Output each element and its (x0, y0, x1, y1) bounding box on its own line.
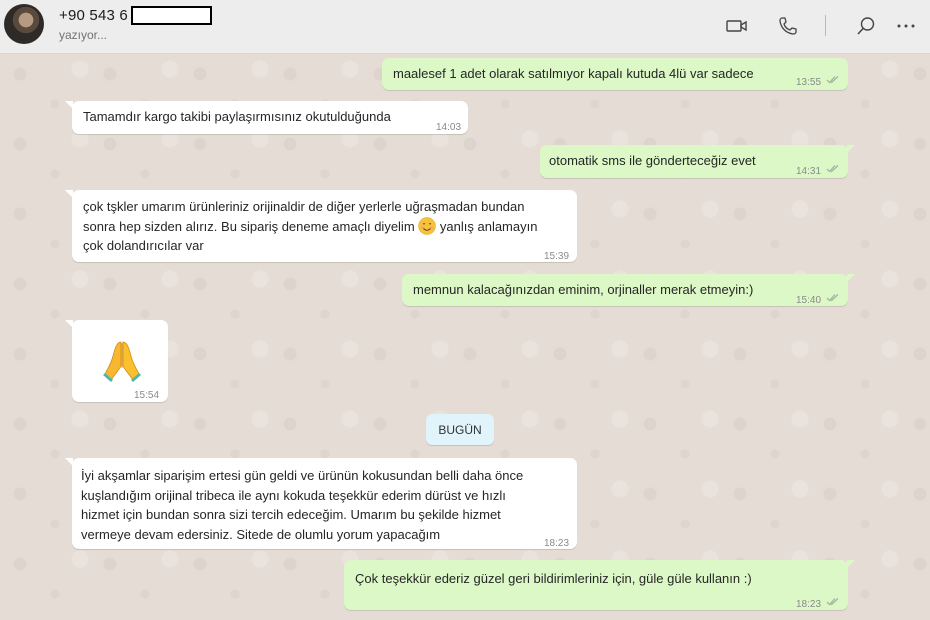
message-text: otomatik sms ile gönderteceğiz evet (549, 153, 756, 168)
outgoing-message[interactable]: memnun kalacağınızdan eminim, orjinaller… (402, 274, 855, 306)
message-line-part: yanlış anlamayın (439, 218, 538, 234)
message-text: Çok teşekkür ederiz güzel geri bildiriml… (355, 571, 752, 586)
message-time: 15:39 (544, 251, 570, 262)
folded-hands-emoji (101, 338, 143, 384)
contact-avatar[interactable] (4, 4, 44, 44)
search-icon[interactable] (853, 13, 879, 39)
typing-status: yazıyor... (59, 28, 108, 42)
more-options-icon[interactable] (893, 13, 919, 39)
message-time: 18:23 (796, 599, 822, 610)
message-text: İyi akşamlar siparişim ertesi gün geldi … (81, 466, 523, 544)
outgoing-message[interactable]: Çok teşekkür ederiz güzel geri bildiriml… (344, 560, 855, 610)
message-time: 14:31 (796, 166, 822, 177)
message-time: 15:40 (796, 295, 822, 306)
read-ticks-icon (826, 76, 839, 84)
incoming-message[interactable]: Tamamdır kargo takibi paylaşırmısınız ok… (65, 101, 468, 134)
voice-call-icon[interactable] (775, 13, 801, 39)
message-time: 18:23 (544, 538, 570, 549)
message-line: çok dolandırıcılar var (83, 238, 204, 253)
header-divider (825, 15, 826, 36)
chat-area[interactable]: maalesef 1 adet olarak satılmıyor kapalı… (0, 54, 930, 620)
chat-header: +90 543 6 yazıyor... (0, 0, 930, 54)
message-time: 14:03 (436, 122, 462, 133)
contact-name[interactable]: +90 543 6 (59, 7, 128, 24)
message-line: vermeye devam edersiniz. Sitede de oluml… (81, 526, 441, 542)
video-call-icon[interactable] (724, 13, 750, 39)
message-line: sonra hep sizden alırız. Bu sipariş dene… (83, 216, 538, 237)
smiling-face-emoji (418, 216, 437, 235)
incoming-emoji-message[interactable]: 15:54 (65, 320, 168, 402)
message-text: çok tşkler umarım ürünleriniz orijinaldi… (83, 197, 537, 256)
message-text: memnun kalacağınızdan eminim, orjinaller… (413, 282, 754, 297)
outgoing-message[interactable]: maalesef 1 adet olarak satılmıyor kapalı… (382, 58, 848, 90)
message-time: 13:55 (796, 77, 822, 88)
message-text: Tamamdır kargo takibi paylaşırmısınız ok… (83, 109, 391, 124)
read-ticks-icon (826, 294, 839, 302)
message-line: İyi akşamlar siparişim ertesi gün geldi … (81, 468, 524, 483)
incoming-message[interactable]: çok tşkler umarım ürünleriniz orijinaldi… (65, 190, 577, 262)
message-text: maalesef 1 adet olarak satılmıyor kapalı… (393, 66, 754, 81)
message-line: kuşlandığım orijinal tribeca ile aynı ko… (81, 487, 506, 503)
redaction-box (131, 6, 212, 25)
date-separator: BUGÜN (426, 414, 494, 445)
read-ticks-icon (826, 598, 839, 606)
message-line-part: sonra hep sizden alırız. Bu sipariş dene… (83, 218, 415, 234)
message-line: çok tşkler umarım ürünleriniz orijinaldi… (83, 199, 525, 214)
outgoing-message[interactable]: otomatik sms ile gönderteceğiz evet 14:3… (540, 145, 855, 178)
message-time: 15:54 (134, 390, 160, 401)
incoming-message[interactable]: İyi akşamlar siparişim ertesi gün geldi … (65, 458, 577, 549)
message-line: hizmet için bundan sonra sizi tercih ede… (81, 507, 501, 522)
read-ticks-icon (826, 165, 839, 173)
